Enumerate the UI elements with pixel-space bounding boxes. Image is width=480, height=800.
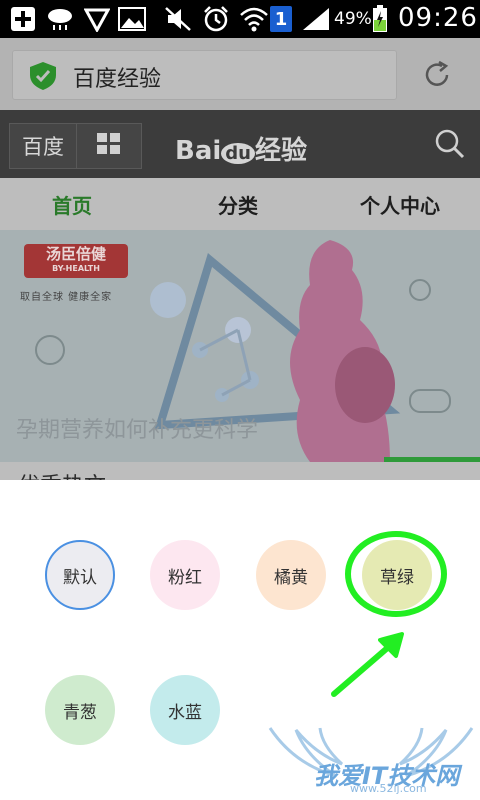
highlight-annotation bbox=[331, 531, 447, 697]
highlight-circle bbox=[345, 531, 447, 617]
pointer-arrow bbox=[331, 641, 395, 697]
watermark-url: www.52ij.com bbox=[350, 782, 427, 795]
